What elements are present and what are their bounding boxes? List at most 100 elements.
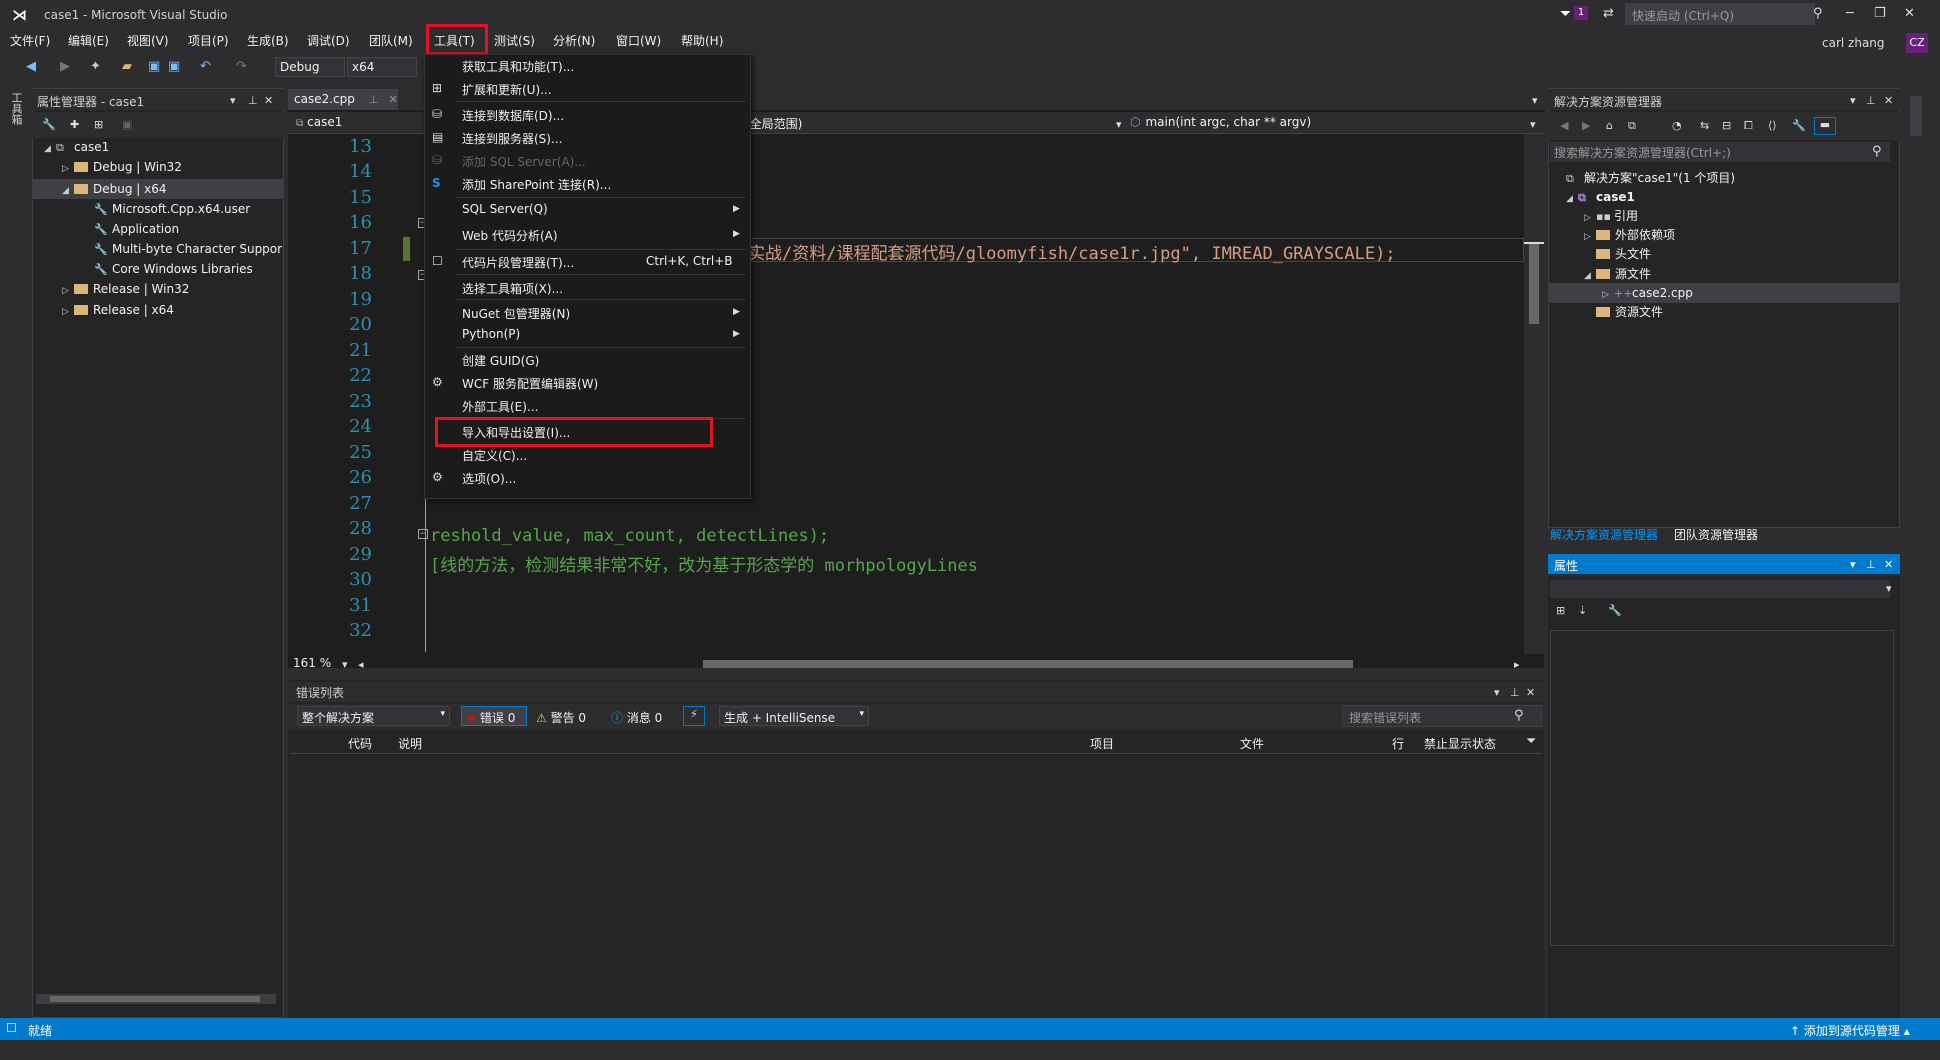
user-name[interactable]: carl zhang bbox=[1822, 36, 1885, 50]
expand-icon[interactable]: ◢ bbox=[1584, 266, 1596, 286]
tree-item-core-windows-libraries[interactable]: 🔧 Core Windows Libraries bbox=[94, 259, 253, 279]
menu-team[interactable]: 团队(M) bbox=[369, 32, 413, 49]
expand-icon[interactable]: ◢ bbox=[44, 139, 56, 159]
pin-icon[interactable]: ⊥ bbox=[1866, 94, 1876, 107]
chevron-down-icon[interactable]: ▾ bbox=[342, 658, 348, 671]
tree-item-application[interactable]: 🔧 Application bbox=[94, 219, 179, 239]
forward-icon[interactable]: ▶ bbox=[60, 59, 70, 74]
collapsed-icon[interactable]: ▷ bbox=[1584, 227, 1596, 247]
tree-item-header-files[interactable]: 头文件 bbox=[1596, 244, 1651, 264]
menu-item-code-snippets[interactable]: 代码片段管理器(T)... bbox=[462, 254, 574, 271]
redo-icon[interactable]: ↷ bbox=[236, 59, 247, 74]
tab-team-explorer[interactable]: 团队资源管理器 bbox=[1674, 526, 1758, 543]
menu-file[interactable]: 文件(F) bbox=[10, 32, 50, 49]
code-line-17[interactable]: 实战/资料/课程配套源代码/gloomyfish/case1r.jpg", IM… bbox=[748, 239, 1396, 264]
nav-scope-dropdown[interactable]: (全局范围) bbox=[745, 115, 802, 132]
nav-project-dropdown[interactable]: ⧉ case1 bbox=[296, 115, 342, 129]
tree-item-references[interactable]: ▷ ▪▪ 引用 bbox=[1584, 206, 1638, 226]
menu-item-wcf-editor[interactable]: WCF 服务配置编辑器(W) bbox=[462, 375, 598, 392]
dropdown-icon[interactable]: ▾ bbox=[1850, 558, 1856, 571]
close-icon[interactable]: ✕ bbox=[1884, 94, 1893, 107]
save-icon[interactable]: ▣ bbox=[148, 59, 160, 74]
menu-analyze[interactable]: 分析(N) bbox=[553, 32, 595, 49]
scroll-left-icon[interactable]: ◂ bbox=[358, 658, 364, 671]
menu-item-nuget[interactable]: NuGet 包管理器(N) bbox=[462, 305, 570, 322]
menu-item-external-tools[interactable]: 外部工具(E)... bbox=[462, 398, 538, 415]
expand-icon[interactable]: ◢ bbox=[62, 181, 74, 201]
right-side-tab[interactable] bbox=[1910, 96, 1922, 136]
menu-item-choose-toolbox[interactable]: 选择工具箱项(X)... bbox=[462, 280, 563, 297]
properties-wrench-icon[interactable]: 🔧 bbox=[1792, 119, 1806, 132]
build-intellisense-select[interactable]: 生成 + IntelliSense ▾ bbox=[719, 706, 869, 726]
collapsed-icon[interactable]: ▷ bbox=[62, 281, 74, 301]
alphabetical-icon[interactable]: ⇣ bbox=[1578, 604, 1587, 617]
column-line[interactable]: 行 bbox=[1392, 735, 1404, 752]
menu-help[interactable]: 帮助(H) bbox=[681, 32, 723, 49]
menu-project[interactable]: 项目(P) bbox=[188, 32, 229, 49]
menu-item-add-sharepoint[interactable]: 添加 SharePoint 连接(R)... bbox=[462, 176, 611, 193]
filter-icon[interactable]: ⏷ bbox=[1526, 734, 1536, 749]
collapse-all-icon[interactable]: ⊟ bbox=[1722, 119, 1731, 132]
close-button[interactable]: ✕ bbox=[1904, 6, 1915, 21]
minimize-button[interactable]: ─ bbox=[1846, 6, 1854, 21]
pin-icon[interactable]: ⊥ bbox=[248, 94, 258, 107]
view-code-icon[interactable]: ⟨⟩ bbox=[1768, 119, 1777, 132]
categorized-icon[interactable]: ⊞ bbox=[1556, 604, 1565, 617]
column-project[interactable]: 项目 bbox=[1090, 735, 1114, 752]
menu-item-connect-server[interactable]: 连接到服务器(S)... bbox=[462, 130, 562, 147]
menu-edit[interactable]: 编辑(E) bbox=[68, 32, 109, 49]
show-all-files-icon[interactable]: ⧠ bbox=[1744, 119, 1753, 133]
tree-item-release-win32[interactable]: ▷ Release | Win32 bbox=[62, 279, 189, 299]
menu-item-get-tools[interactable]: 获取工具和功能(T)... bbox=[462, 58, 574, 75]
quick-launch-input[interactable]: 快速启动 (Ctrl+Q) bbox=[1625, 3, 1815, 25]
column-description[interactable]: 说明 bbox=[398, 735, 422, 752]
pin-icon[interactable]: ⊥ bbox=[1866, 558, 1876, 571]
menu-item-sql-server[interactable]: SQL Server(Q) bbox=[462, 202, 548, 216]
menu-build[interactable]: 生成(B) bbox=[247, 32, 289, 49]
dropdown-icon[interactable]: ▾ bbox=[230, 94, 236, 107]
avatar[interactable]: CZ bbox=[1906, 33, 1928, 53]
menu-test[interactable]: 测试(S) bbox=[494, 32, 535, 49]
vertical-scrollbar[interactable] bbox=[1524, 134, 1544, 654]
save-icon[interactable]: ▣ bbox=[122, 118, 132, 131]
messages-filter-button[interactable]: ⓘ 消息 0 bbox=[611, 709, 662, 726]
horizontal-scrollbar-thumb[interactable] bbox=[703, 660, 1353, 668]
pending-changes-filter-icon[interactable]: ◔ bbox=[1672, 119, 1682, 132]
properties-object-select[interactable] bbox=[1550, 580, 1890, 598]
restore-button[interactable]: ❐ bbox=[1874, 6, 1886, 21]
nav-function-dropdown[interactable]: ⬡ main(int argc, char ** argv) bbox=[1130, 115, 1311, 129]
open-file-icon[interactable]: ▰ bbox=[122, 59, 132, 74]
tree-item-case2-cpp[interactable]: ▷ ++case2.cpp bbox=[1602, 283, 1693, 303]
tab-overflow-icon[interactable]: ▾ bbox=[1532, 94, 1538, 107]
new-project-icon[interactable]: ✦ bbox=[90, 59, 101, 74]
menu-item-create-guid[interactable]: 创建 GUID(G) bbox=[462, 352, 539, 369]
add-to-source-control-button[interactable]: ↑ 添加到源代码管理 ▴ bbox=[1790, 1022, 1910, 1039]
tree-item-cpp-user[interactable]: 🔧 Microsoft.Cpp.x64.user bbox=[94, 199, 250, 219]
close-icon[interactable]: ✕ bbox=[264, 94, 273, 107]
search-icon[interactable]: ⚲ bbox=[1514, 708, 1524, 723]
menu-item-web-code-analysis[interactable]: Web 代码分析(A) bbox=[462, 227, 558, 244]
tree-item-release-x64[interactable]: ▷ Release | x64 bbox=[62, 300, 174, 320]
forward-icon[interactable]: ▶ bbox=[1582, 119, 1590, 132]
chevron-down-icon[interactable]: ▾ bbox=[1116, 118, 1122, 131]
close-icon[interactable]: ✕ bbox=[1526, 686, 1535, 699]
undo-icon[interactable]: ↶ bbox=[200, 59, 211, 74]
scroll-right-icon[interactable]: ▸ bbox=[1514, 658, 1520, 671]
solution-config-select[interactable]: Debug bbox=[275, 57, 345, 77]
error-search-input[interactable]: 搜索错误列表 bbox=[1342, 705, 1542, 727]
dropdown-icon[interactable]: ▾ bbox=[1494, 686, 1500, 699]
tree-item-multibyte[interactable]: 🔧 Multi-byte Character Suppor bbox=[94, 239, 282, 259]
zoom-level-select[interactable]: 161 % bbox=[293, 656, 331, 670]
filter-toggle-icon[interactable]: ⚡ bbox=[683, 706, 705, 726]
wrench-icon[interactable]: 🔧 bbox=[42, 118, 56, 131]
notification-filter-icon[interactable]: ⏷ bbox=[1560, 6, 1571, 22]
menu-item-extensions[interactable]: 扩展和更新(U)... bbox=[462, 81, 552, 98]
fold-toggle-icon[interactable]: − bbox=[418, 529, 428, 539]
solution-search-input[interactable]: 搜索解决方案资源管理器(Ctrl+;) bbox=[1550, 142, 1890, 162]
menu-item-options[interactable]: 选项(O)... bbox=[462, 470, 516, 487]
back-icon[interactable]: ◀ bbox=[26, 59, 36, 74]
code-line-29[interactable]: [线的方法，检测结果非常不好，改为基于形态学的 morhpologyLines bbox=[430, 551, 978, 576]
close-icon[interactable]: ✕ bbox=[1884, 558, 1893, 571]
home-icon[interactable]: ⌂ bbox=[1606, 119, 1613, 132]
toolbox-tab[interactable]: 工具箱 bbox=[10, 92, 24, 125]
